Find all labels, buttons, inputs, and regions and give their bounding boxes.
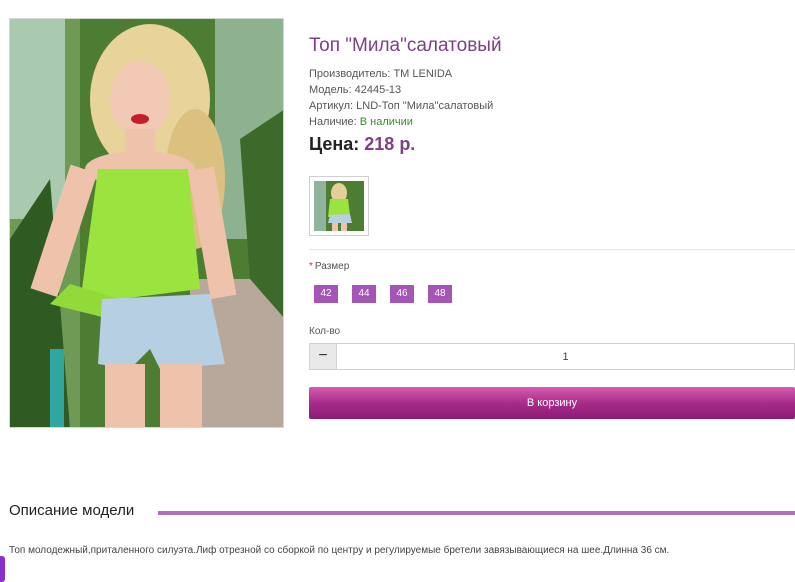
manufacturer-label: Производитель:: [309, 68, 391, 80]
size-option-44[interactable]: 44: [352, 285, 376, 303]
size-label-text: Размер: [314, 261, 350, 272]
description-text: Топ молодежный,приталенного силуэта.Лиф …: [9, 545, 670, 556]
availability-label: Наличие:: [309, 116, 357, 128]
price-label: Цена:: [309, 134, 360, 154]
product-page: Топ "Мила"салатовый Производитель: ТМ LE…: [0, 0, 795, 582]
description-heading-line: [158, 511, 795, 515]
availability-value: В наличии: [359, 116, 413, 128]
price: Цена: 218 р.: [309, 134, 415, 155]
model-row: Модель: 42445-13: [309, 82, 493, 98]
size-options: 42 44 46 48: [314, 285, 466, 303]
description-heading: Описание модели: [9, 502, 135, 519]
size-option-48[interactable]: 48: [428, 285, 452, 303]
required-asterisk: *: [309, 261, 313, 272]
side-tab[interactable]: [0, 556, 5, 582]
article-row: Артикул: LND-Топ "Мила"салатовый: [309, 98, 493, 114]
product-meta: Производитель: ТМ LENIDA Модель: 42445-1…: [309, 66, 493, 130]
model-value: 42445-13: [354, 84, 402, 96]
quantity-decrease-button[interactable]: −: [309, 343, 337, 370]
model-label: Модель:: [309, 84, 352, 96]
size-option-42[interactable]: 42: [314, 285, 338, 303]
product-main-image[interactable]: [9, 18, 284, 428]
manufacturer-row: Производитель: ТМ LENIDA: [309, 66, 493, 82]
quantity-label: Кол-во: [309, 326, 341, 337]
article-label: Артикул:: [309, 100, 354, 112]
quantity-input[interactable]: [337, 343, 795, 370]
size-label: * Размер: [309, 261, 349, 272]
product-title: Топ "Мила"салатовый: [309, 35, 502, 56]
availability-row: Наличие: В наличии: [309, 114, 493, 130]
product-thumbnail[interactable]: [309, 176, 369, 236]
product-photo: [10, 19, 283, 427]
thumbnail-photo: [314, 181, 364, 231]
size-option-46[interactable]: 46: [390, 285, 414, 303]
add-to-cart-button[interactable]: В корзину: [309, 387, 795, 419]
price-amount: 218 р.: [364, 134, 416, 154]
options-divider: [309, 249, 795, 250]
article-value: LND-Топ "Мила"салатовый: [356, 100, 494, 112]
manufacturer-link[interactable]: ТМ LENIDA: [393, 68, 452, 80]
